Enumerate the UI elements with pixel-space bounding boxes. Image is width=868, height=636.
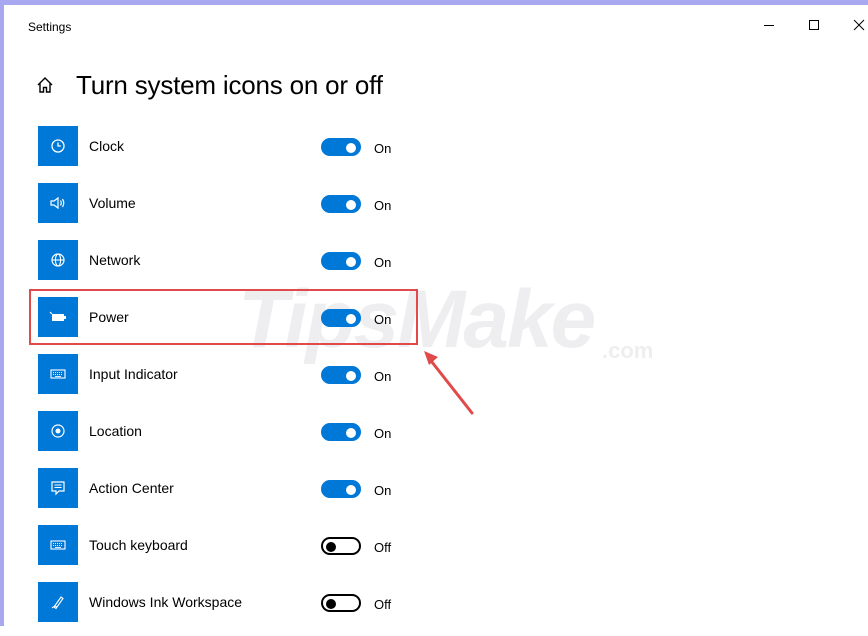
toggle-knob: [326, 542, 336, 552]
item-label: Volume: [89, 195, 136, 211]
action-center-toggle[interactable]: [321, 480, 361, 498]
item-label: Action Center: [89, 480, 174, 496]
toggle-state: Off: [374, 540, 392, 555]
toggle-state: On: [374, 141, 392, 156]
toggle-state: On: [374, 369, 392, 384]
clock-toggle[interactable]: [321, 138, 361, 156]
watermark-suffix: .com: [602, 338, 654, 363]
home-icon[interactable]: [34, 74, 56, 96]
toggle-knob: [326, 599, 336, 609]
item-label: Network: [89, 252, 141, 268]
windows-ink-workspace-toggle[interactable]: [321, 594, 361, 612]
list-item-windows-ink-workspace: Windows Ink Workspace Off: [38, 579, 458, 636]
page-title: Turn system icons on or off: [76, 69, 383, 100]
toggle-state: On: [374, 255, 392, 270]
item-label: Input Indicator: [89, 366, 178, 382]
list-item-action-center: Action Center On: [38, 465, 458, 522]
settings-window: Settings Turn system icons on or off Tip…: [0, 0, 868, 626]
list-item-clock: Clock On: [38, 123, 458, 180]
toggle-knob: [346, 143, 356, 153]
maximize-icon: [809, 20, 819, 30]
power-highlight-box: [29, 289, 418, 345]
keyboard-icon: [38, 354, 78, 394]
pen-icon: [38, 582, 78, 622]
toggle-state: Off: [374, 597, 392, 612]
minimize-icon: [764, 25, 774, 26]
system-icons-list: Clock On Volume On Network On Power On I…: [38, 123, 458, 636]
toggle-state: On: [374, 198, 392, 213]
list-item-network: Network On: [38, 237, 458, 294]
list-item-location: Location On: [38, 408, 458, 465]
item-label: Touch keyboard: [89, 537, 188, 553]
toggle-knob: [346, 485, 356, 495]
window-title: Settings: [28, 20, 72, 34]
maximize-button[interactable]: [794, 10, 834, 40]
action-center-icon: [38, 468, 78, 508]
close-icon: [853, 19, 865, 31]
item-label: Windows Ink Workspace: [89, 594, 243, 610]
toggle-state: On: [374, 483, 392, 498]
toggle-knob: [346, 200, 356, 210]
toggle-state: On: [374, 426, 392, 441]
annotation-arrow-icon: [424, 351, 474, 415]
network-toggle[interactable]: [321, 252, 361, 270]
location-toggle[interactable]: [321, 423, 361, 441]
toggle-knob: [346, 428, 356, 438]
item-label: Clock: [89, 138, 125, 154]
close-button[interactable]: [839, 10, 868, 40]
input-indicator-toggle[interactable]: [321, 366, 361, 384]
volume-icon: [38, 183, 78, 223]
list-item-input-indicator: Input Indicator On: [38, 351, 458, 408]
touch-keyboard-icon: [38, 525, 78, 565]
title-bar: Settings: [4, 5, 868, 45]
item-label: Location: [89, 423, 142, 439]
network-icon: [38, 240, 78, 280]
clock-icon: [38, 126, 78, 166]
location-icon: [38, 411, 78, 451]
volume-toggle[interactable]: [321, 195, 361, 213]
list-item-touch-keyboard: Touch keyboard Off: [38, 522, 458, 579]
toggle-knob: [346, 257, 356, 267]
minimize-button[interactable]: [749, 10, 789, 40]
toggle-knob: [346, 371, 356, 381]
touch-keyboard-toggle[interactable]: [321, 537, 361, 555]
page-header: Turn system icons on or off: [34, 65, 383, 105]
list-item-volume: Volume On: [38, 180, 458, 237]
